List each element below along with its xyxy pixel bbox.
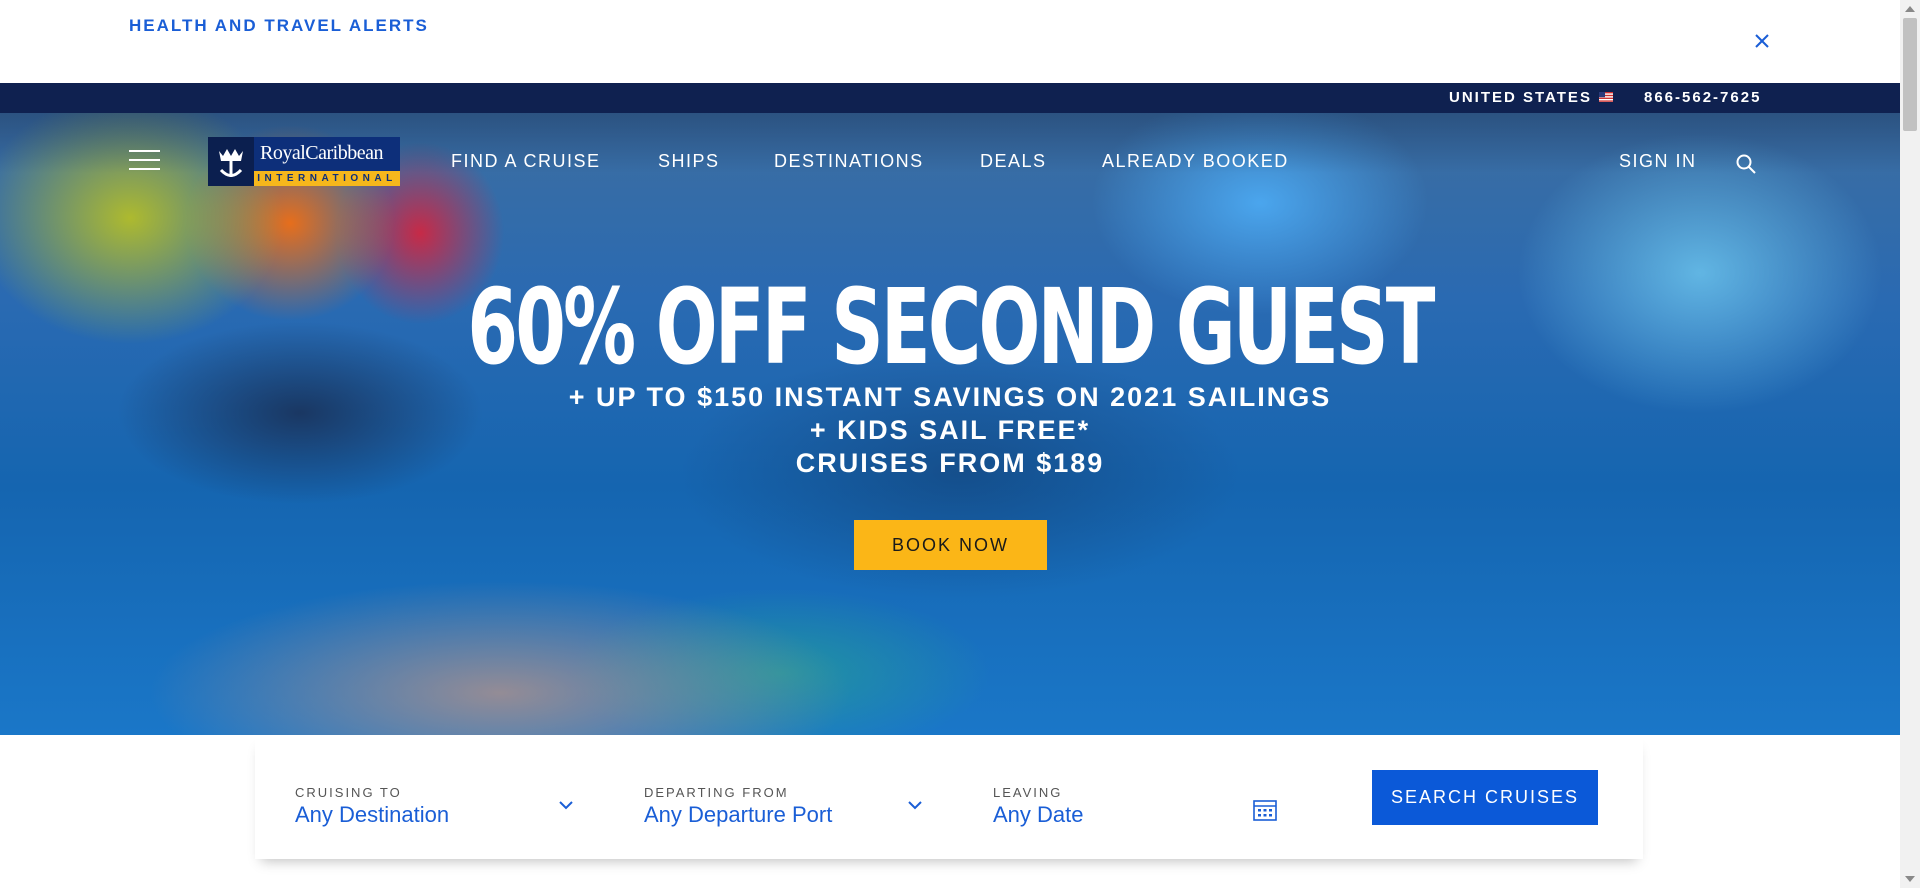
chevron-down-icon[interactable] [907, 800, 923, 810]
hero-headline: 60% OFF SECOND GUEST [467, 266, 1435, 388]
hero-banner: RoyalCaribbean INTERNATIONAL FIND A CRUI… [0, 113, 1900, 735]
departing-from-value: Any Departure Port [644, 802, 833, 827]
nav-already-booked[interactable]: ALREADY BOOKED [1102, 151, 1289, 172]
search-icon[interactable] [1735, 153, 1757, 175]
cruising-to-label: CRUISING TO [295, 785, 402, 800]
crown-anchor-icon [208, 137, 254, 186]
us-flag-icon [1599, 92, 1613, 102]
cruising-to-value: Any Destination [295, 802, 450, 827]
nav-deals[interactable]: DEALS [980, 151, 1047, 172]
leaving-label: LEAVING [993, 785, 1063, 800]
book-now-button[interactable]: BOOK NOW [854, 520, 1047, 570]
leaving-date-field[interactable]: LEAVING Any Date [993, 785, 1084, 828]
health-travel-alerts-link[interactable]: HEALTH AND TRAVEL ALERTS [129, 16, 429, 36]
health-alert-bar: HEALTH AND TRAVEL ALERTS [0, 0, 1900, 83]
search-cruises-button[interactable]: SEARCH CRUISES [1372, 770, 1598, 825]
utility-bar: UNITED STATES 866-562-7625 [0, 83, 1900, 113]
leaving-value: Any Date [993, 802, 1084, 827]
logo-name: RoyalCaribbean [260, 142, 383, 164]
chevron-down-icon[interactable] [558, 800, 574, 810]
departing-from-field[interactable]: DEPARTING FROM Any Departure Port [644, 785, 832, 828]
hero-line-3: CRUISES FROM $189 [795, 448, 1105, 478]
nav-find-a-cruise[interactable]: FIND A CRUISE [451, 151, 601, 172]
nav-destinations[interactable]: DESTINATIONS [774, 151, 924, 172]
nav-ships[interactable]: SHIPS [658, 151, 720, 172]
menu-icon[interactable] [129, 150, 160, 172]
scroll-up-arrow-icon[interactable] [1905, 6, 1915, 12]
scrollbar-thumb[interactable] [1903, 18, 1917, 131]
hero-headline-block: 60% OFF SECOND GUEST + UP TO $150 INSTAN… [0, 273, 1900, 480]
cruising-to-field[interactable]: CRUISING TO Any Destination [295, 785, 449, 828]
cruise-search-panel: CRUISING TO Any Destination DEPARTING FR… [255, 735, 1643, 859]
scroll-down-arrow-icon[interactable] [1905, 876, 1915, 882]
hero-line-2: + KIDS SAIL FREE* [809, 415, 1091, 445]
country-selector[interactable]: UNITED STATES [1449, 89, 1592, 106]
phone-number[interactable]: 866-562-7625 [1644, 89, 1761, 106]
calendar-icon[interactable] [1253, 799, 1277, 821]
royal-caribbean-logo[interactable]: RoyalCaribbean INTERNATIONAL [208, 137, 400, 186]
logo-tagline: INTERNATIONAL [254, 171, 400, 186]
page: HEALTH AND TRAVEL ALERTS UNITED STATES 8… [0, 0, 1900, 888]
page-scrollbar[interactable] [1900, 0, 1920, 888]
close-icon[interactable] [1751, 30, 1773, 52]
sign-in-link[interactable]: SIGN IN [1619, 151, 1697, 172]
departing-from-label: DEPARTING FROM [644, 785, 789, 800]
